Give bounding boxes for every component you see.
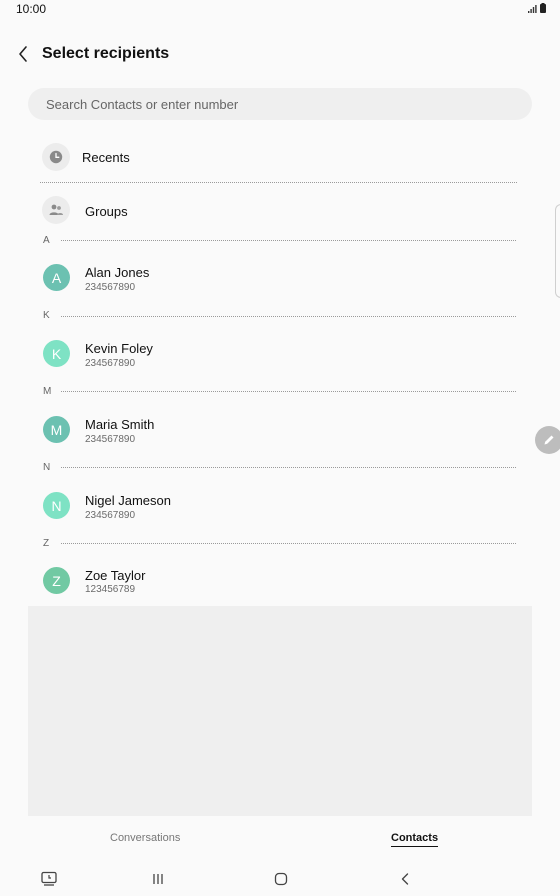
avatar: K: [43, 340, 70, 367]
back-button[interactable]: [12, 42, 36, 66]
contact-row[interactable]: N Nigel Jameson 234567890: [28, 484, 532, 526]
divider: [61, 240, 516, 241]
bottom-tabs: Conversations Contacts: [0, 822, 560, 854]
contact-number: 234567890: [85, 282, 136, 293]
contact-number: 234567890: [85, 358, 136, 369]
tab-contacts[interactable]: Contacts: [391, 832, 439, 847]
avatar: M: [43, 416, 70, 443]
contact-number: 234567890: [85, 434, 136, 445]
divider: [40, 182, 517, 183]
recent-apps-button[interactable]: [149, 870, 167, 888]
contact-row[interactable]: K Kevin Foley 234567890: [28, 332, 532, 374]
contact-name: Nigel Jameson: [85, 493, 171, 508]
home-icon: [274, 872, 288, 886]
chevron-left-icon: [19, 46, 27, 62]
section-letter: Z: [43, 538, 50, 549]
page-title: Select recipients: [42, 45, 170, 62]
screen-keyboard-button[interactable]: [40, 870, 58, 888]
section-letter: K: [43, 310, 50, 321]
groups-row[interactable]: Groups: [28, 194, 532, 228]
clock-icon: [42, 143, 70, 171]
status-icons: [528, 3, 546, 13]
section-letter: A: [43, 235, 50, 246]
battery-icon: [540, 3, 546, 13]
contact-name: Alan Jones: [85, 265, 150, 280]
search-placeholder: Search Contacts or enter number: [46, 97, 239, 112]
avatar: Z: [43, 567, 70, 594]
contact-row[interactable]: M Maria Smith 234567890: [28, 408, 532, 450]
monitor-icon: [41, 871, 57, 886]
section-letter: M: [43, 386, 52, 397]
contact-number: 123456789: [85, 584, 136, 595]
people-icon: [42, 196, 70, 224]
tab-conversations[interactable]: Conversations: [110, 832, 180, 844]
contact-row[interactable]: A Alan Jones 234567890: [28, 256, 532, 298]
avatar: A: [43, 264, 70, 291]
recents-row[interactable]: Recents: [28, 140, 532, 174]
contact-row[interactable]: Z Zoe Taylor 123456789: [28, 560, 532, 602]
search-input[interactable]: Search Contacts or enter number: [28, 88, 532, 120]
compose-button[interactable]: [535, 426, 560, 454]
contact-name: Kevin Foley: [85, 341, 153, 356]
section-letter: N: [43, 462, 51, 473]
status-time: 10:00: [16, 2, 47, 16]
divider: [61, 543, 516, 544]
recents-label: Recents: [82, 150, 130, 165]
divider: [61, 391, 516, 392]
contact-name: Zoe Taylor: [85, 568, 146, 583]
back-nav-button[interactable]: [396, 870, 414, 888]
recent-apps-icon: [153, 874, 163, 884]
pencil-icon: [544, 435, 554, 445]
edge-panel-handle[interactable]: [555, 204, 560, 298]
divider: [61, 467, 516, 468]
empty-list-area: [28, 606, 532, 816]
divider: [61, 316, 516, 317]
status-bar: 10:00: [0, 0, 560, 20]
app-header: Select recipients: [0, 38, 560, 72]
contacts-panel: Recents Groups A A Alan Jones 234567890 …: [28, 130, 532, 606]
home-button[interactable]: [272, 870, 290, 888]
groups-label: Groups: [85, 204, 128, 219]
avatar: N: [43, 492, 70, 519]
signal-icon: [528, 5, 537, 13]
contact-name: Maria Smith: [85, 417, 155, 432]
contact-number: 234567890: [85, 510, 136, 521]
chevron-left-icon: [401, 873, 409, 885]
navigation-bar: [0, 862, 560, 896]
